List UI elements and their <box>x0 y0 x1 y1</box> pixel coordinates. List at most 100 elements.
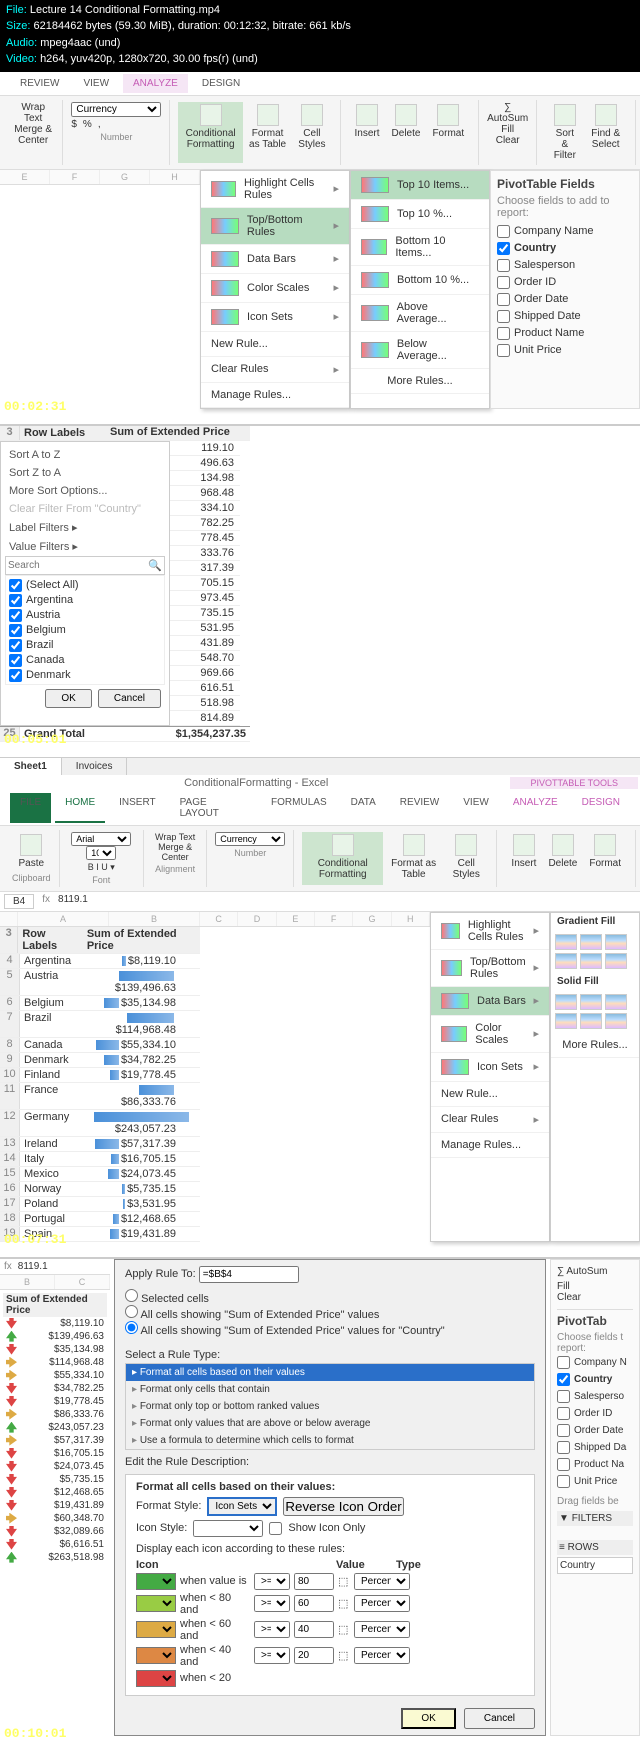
bottom10-items[interactable]: Bottom 10 Items... <box>351 229 489 266</box>
tab-review[interactable]: REVIEW <box>10 74 69 93</box>
review-tab[interactable]: REVIEW <box>390 793 449 823</box>
db-more-rules[interactable]: More Rules... <box>551 1033 639 1058</box>
type-select[interactable]: Percent <box>354 1647 410 1664</box>
formula-bar[interactable]: 8119.1 <box>58 894 88 909</box>
insert-2[interactable]: Insert <box>505 832 542 885</box>
font-size-select[interactable]: 10 <box>86 846 116 860</box>
icon-select[interactable] <box>136 1647 176 1664</box>
table-row[interactable]: 8Canada$55,334.10 <box>0 1038 200 1053</box>
paste-button[interactable]: Paste <box>12 832 51 871</box>
name-box[interactable]: B4 <box>4 894 34 909</box>
table-row[interactable]: 4Argentina$8,119.10 <box>0 954 200 969</box>
label-filters[interactable]: Label Filters ▸ <box>5 518 165 537</box>
filter-item[interactable]: Canada <box>8 653 162 668</box>
fill-button[interactable]: Fill <box>487 124 528 135</box>
analyze-tab[interactable]: ANALYZE <box>503 793 568 823</box>
value-input[interactable] <box>294 1595 334 1612</box>
data-tab[interactable]: DATA <box>341 793 386 823</box>
value-input[interactable] <box>294 1621 334 1638</box>
cf2-databars[interactable]: Data Bars▸ <box>431 987 549 1016</box>
value-input[interactable] <box>294 1647 334 1664</box>
radio-allvals[interactable] <box>125 1305 138 1318</box>
select-all-checkbox[interactable] <box>9 579 22 592</box>
cf2-highlight[interactable]: Highlight Cells Rules▸ <box>431 913 549 950</box>
filter-item[interactable]: Belgium <box>8 623 162 638</box>
op-select[interactable]: >= <box>254 1573 290 1590</box>
pivot3-field[interactable]: Salesperso <box>557 1388 633 1405</box>
autosum-button[interactable]: ∑ AutoSum <box>487 102 528 124</box>
op-select[interactable]: >= <box>254 1621 290 1638</box>
format-style-select[interactable]: Icon Sets <box>207 1497 277 1516</box>
cf2-colorscales[interactable]: Color Scales▸ <box>431 1016 549 1053</box>
filter-item[interactable]: Argentina <box>8 593 162 608</box>
table-row[interactable]: 11France$86,333.76 <box>0 1083 200 1110</box>
reverse-button[interactable]: Reverse Icon Order <box>283 1497 403 1516</box>
pivot-field[interactable]: Salesperson <box>497 257 633 274</box>
view-tab[interactable]: VIEW <box>453 793 499 823</box>
table-row[interactable]: 17Poland$3,531.95 <box>0 1197 200 1212</box>
pivot-field[interactable]: Company Name <box>497 223 633 240</box>
icon-select[interactable] <box>136 1595 176 1612</box>
table-row[interactable]: 10Finland$19,778.45 <box>0 1068 200 1083</box>
pagelayout-tab[interactable]: PAGE LAYOUT <box>170 793 257 823</box>
sort-za[interactable]: Sort Z to A <box>5 464 165 482</box>
search-input[interactable] <box>8 559 148 572</box>
show-icon-only[interactable] <box>269 1522 282 1535</box>
filter-item[interactable]: Brazil <box>8 638 162 653</box>
filter-ok-button[interactable]: OK <box>45 689 91 708</box>
pivot-field[interactable]: Order ID <box>497 274 633 291</box>
sort-filter-button[interactable]: Sort & Filter <box>545 102 584 163</box>
icon-style-select[interactable] <box>193 1520 263 1537</box>
insert-tab[interactable]: INSERT <box>109 793 166 823</box>
pivot3-field[interactable]: Product Na <box>557 1456 633 1473</box>
pivot-field[interactable]: Unit Price <box>497 342 633 359</box>
top10-items[interactable]: Top 10 Items... <box>351 171 489 200</box>
tab-analyze[interactable]: ANALYZE <box>123 74 188 93</box>
cf-databars[interactable]: Data Bars▸ <box>201 245 349 274</box>
solid-thumbs[interactable] <box>551 990 639 1033</box>
pivot3-field[interactable]: Order Date <box>557 1422 633 1439</box>
merge-center-button[interactable]: Merge & Center <box>12 124 54 146</box>
sort-az[interactable]: Sort A to Z <box>5 446 165 464</box>
format-as-table-button[interactable]: Format as Table <box>243 102 292 163</box>
file-tab[interactable]: FILE <box>10 793 51 823</box>
format-2[interactable]: Format <box>583 832 627 885</box>
filter-search[interactable]: 🔍 <box>5 556 165 575</box>
pivot3-field[interactable]: Company N <box>557 1354 633 1371</box>
cf-colorscales[interactable]: Color Scales▸ <box>201 274 349 303</box>
ruletype-1[interactable]: Format all cells based on their values <box>126 1364 534 1381</box>
table-row[interactable]: 15Mexico$24,073.45 <box>0 1167 200 1182</box>
op-select[interactable]: >= <box>254 1595 290 1612</box>
icon-select[interactable] <box>136 1670 176 1687</box>
more-rules[interactable]: More Rules... <box>351 369 489 394</box>
cf-topbottom[interactable]: Top/Bottom Rules▸ <box>201 208 349 245</box>
table-row[interactable]: 16Norway$5,735.15 <box>0 1182 200 1197</box>
font-name-select[interactable]: Arial <box>71 832 131 846</box>
cf-newrule[interactable]: New Rule... <box>201 332 349 357</box>
table-row[interactable]: 12Germany$243,057.23 <box>0 1110 200 1137</box>
delete-2[interactable]: Delete <box>542 832 583 885</box>
cf2-topbot[interactable]: Top/Bottom Rules▸ <box>431 950 549 987</box>
filter-cancel-button[interactable]: Cancel <box>98 689 161 708</box>
type-select[interactable]: Percent <box>354 1573 410 1590</box>
op-select[interactable]: >= <box>254 1647 290 1664</box>
cond-fmt-button-2[interactable]: Conditional Formatting <box>302 832 383 885</box>
pivot-field[interactable]: Product Name <box>497 325 633 342</box>
home-tab[interactable]: HOME <box>55 793 105 823</box>
find-select-button[interactable]: Find & Select <box>584 102 627 163</box>
filter-checklist[interactable]: (Select All) ArgentinaAustriaBelgiumBraz… <box>5 575 165 685</box>
insert-button[interactable]: Insert <box>349 102 386 163</box>
ruletype-5[interactable]: Use a formula to determine which cells t… <box>126 1432 534 1449</box>
table-row[interactable]: 13Ireland$57,317.39 <box>0 1137 200 1152</box>
formulas-tab[interactable]: FORMULAS <box>261 793 337 823</box>
table-row[interactable]: 14Italy$16,705.15 <box>0 1152 200 1167</box>
sheet1-tab[interactable]: Sheet1 <box>0 758 62 775</box>
more-sort[interactable]: More Sort Options... <box>5 482 165 500</box>
format-button[interactable]: Format <box>426 102 470 163</box>
number-format-select[interactable]: Currency <box>71 102 161 117</box>
icon-select[interactable] <box>136 1573 176 1590</box>
table-row[interactable]: 9Denmark$34,782.25 <box>0 1053 200 1068</box>
radio-selected[interactable] <box>125 1289 138 1302</box>
dollar-button[interactable]: $ <box>71 119 77 130</box>
cf2-iconsets[interactable]: Icon Sets▸ <box>431 1053 549 1082</box>
